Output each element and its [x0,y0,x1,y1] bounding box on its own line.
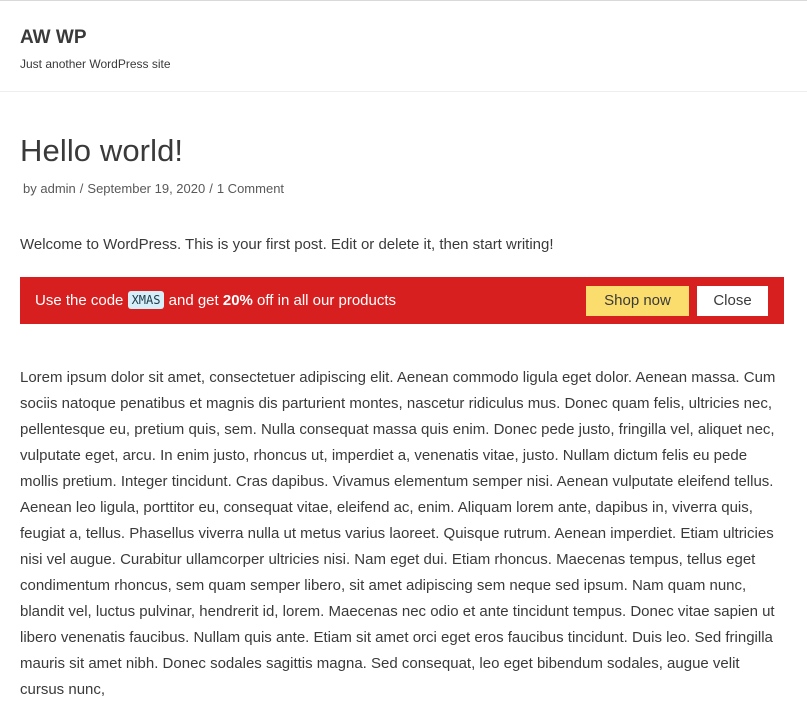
author-link[interactable]: admin [40,181,75,196]
promo-text-end: off in all our products [252,292,397,309]
shop-now-button[interactable]: Shop now [586,286,689,316]
post-meta: by admin / September 19, 2020/1 Comment [23,181,284,197]
post-title: Hello world! [20,133,184,168]
promo-text-start: Use the code [35,292,128,309]
post-body: Lorem ipsum dolor sit amet, consectetuer… [20,369,776,698]
promo-text: Use the code XMAS and get 20% off in all… [35,291,396,311]
post-intro: Welcome to WordPress. This is your first… [20,236,554,253]
promo-text-middle: and get [164,292,223,309]
post-date-link[interactable]: September 19, 2020 [87,181,205,196]
author-prefix: by [23,181,37,196]
site-title-link[interactable]: AW WP [20,27,87,49]
site-description: Just another WordPress site [20,57,171,71]
site-header: AW WP Just another WordPress site [0,1,807,92]
meta-separator: / [209,181,213,196]
promo-bar: Use the code XMAS and get 20% off in all… [20,277,784,324]
promo-code: XMAS [127,291,165,309]
close-button[interactable]: Close [697,286,768,316]
meta-separator: / [79,181,84,196]
promo-discount: 20% [222,292,253,309]
comments-link[interactable]: 1 Comment [217,181,284,196]
